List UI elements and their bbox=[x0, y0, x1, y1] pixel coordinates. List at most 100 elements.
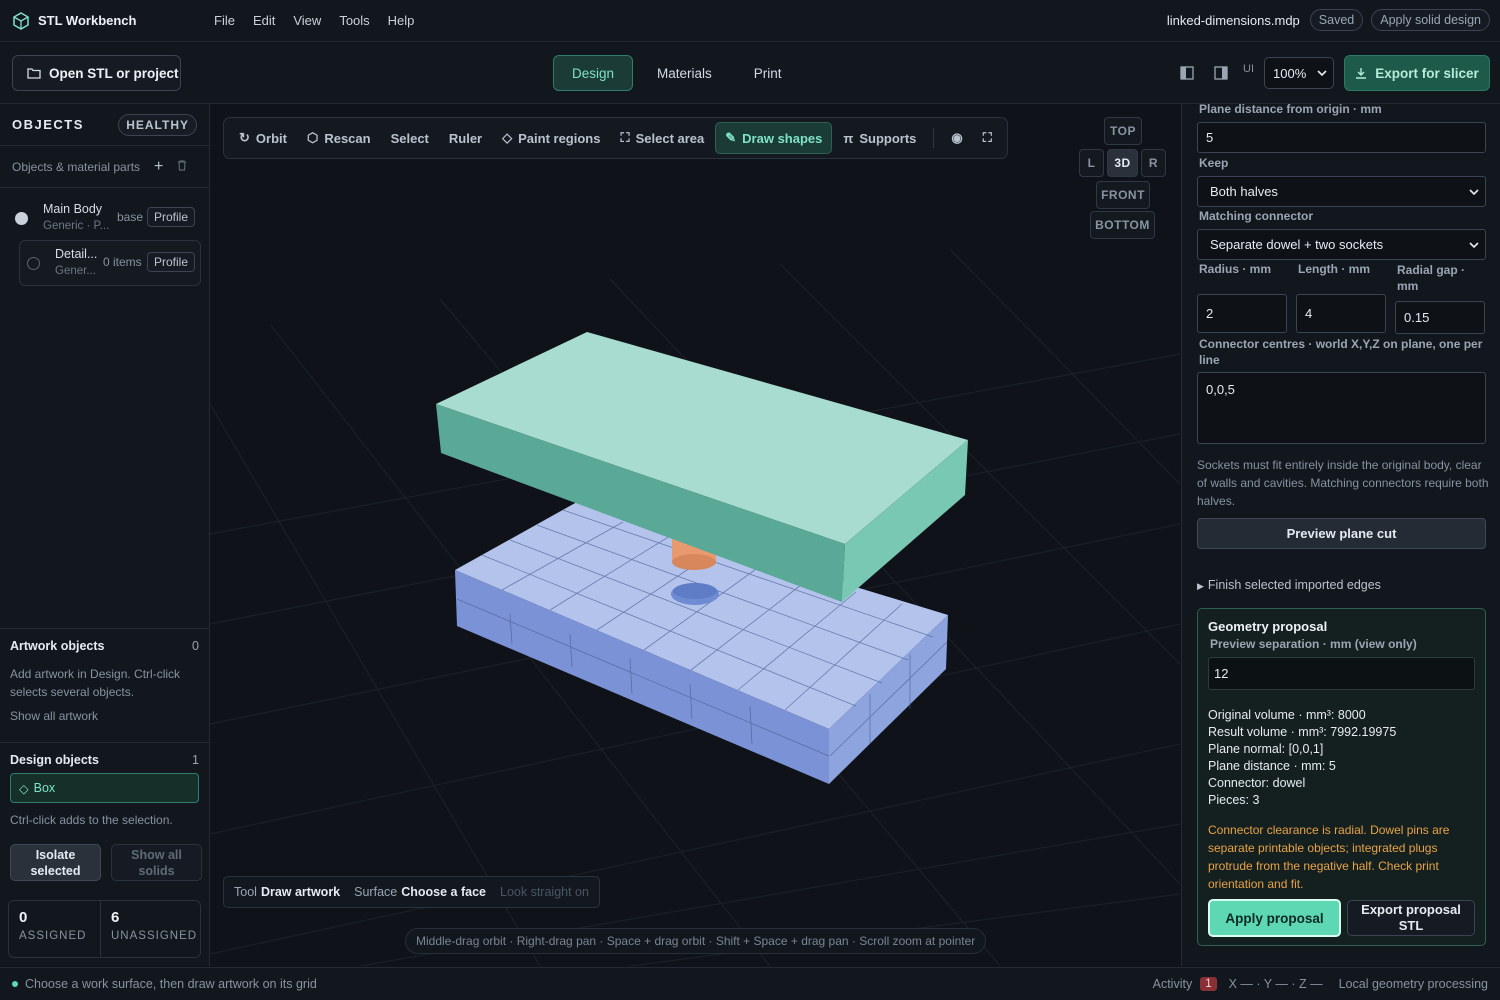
length-label: Length · mm bbox=[1298, 262, 1370, 276]
preview-separation-input[interactable]: 12 bbox=[1208, 657, 1475, 690]
view-right-button[interactable]: R bbox=[1141, 149, 1166, 177]
app-title: STL Workbench bbox=[38, 13, 137, 28]
design-objects-help: Ctrl-click adds to the selection. bbox=[10, 813, 173, 827]
toggle-right-panel-icon[interactable] bbox=[1209, 61, 1233, 85]
finish-edges-label: Finish selected imported edges bbox=[1207, 578, 1381, 592]
tab-design[interactable]: Design bbox=[553, 55, 634, 91]
design-object-box[interactable]: ◇ Box bbox=[10, 773, 199, 803]
show-all-artwork-link[interactable]: Show all artwork bbox=[10, 707, 199, 725]
droplet-icon: ◇ bbox=[502, 130, 513, 145]
cube-icon: ⬡ bbox=[306, 130, 319, 145]
tool-label: Tool bbox=[234, 885, 257, 899]
select-tool[interactable]: Select bbox=[382, 122, 438, 154]
chevron-down-icon bbox=[1469, 188, 1479, 195]
object-name: Main Body bbox=[43, 202, 103, 216]
draw-shapes-label: Draw shapes bbox=[742, 130, 823, 146]
select-area-icon: ⛶ bbox=[620, 130, 630, 145]
view-front-button[interactable]: FRONT bbox=[1096, 181, 1150, 209]
view-bottom-button[interactable]: BOTTOM bbox=[1090, 211, 1155, 239]
properties-panel: Plane distance from origin · mm 5 Keep B… bbox=[1181, 104, 1500, 966]
stat-plane-distance: Plane distance · mm: 5 bbox=[1208, 759, 1336, 773]
preview-plane-cut-button[interactable]: Preview plane cut bbox=[1197, 518, 1486, 549]
open-stl-button[interactable]: Open STL or project bbox=[12, 55, 181, 91]
proposal-warning: Connector clearance is radial. Dowel pin… bbox=[1208, 823, 1450, 891]
menu-help[interactable]: Help bbox=[379, 13, 424, 28]
ui-scale-select[interactable]: 100% bbox=[1264, 57, 1334, 89]
export-proposal-stl-button[interactable]: Export proposal STL bbox=[1347, 900, 1475, 936]
keep-label: Keep bbox=[1199, 156, 1229, 170]
trash-icon[interactable] bbox=[177, 159, 187, 174]
draw-shapes-tool[interactable]: ✎ Draw shapes bbox=[715, 122, 833, 154]
menu-bar: File Edit View Tools Help bbox=[205, 13, 423, 28]
stat-result-volume: Result volume · mm³: 7992.19975 bbox=[1208, 725, 1397, 739]
activity-label[interactable]: Activity bbox=[1153, 977, 1193, 991]
view-top-button[interactable]: TOP bbox=[1104, 117, 1142, 145]
profile-button[interactable]: Profile bbox=[147, 252, 196, 272]
surface-value: Choose a face bbox=[401, 885, 486, 899]
view-left-button[interactable]: L bbox=[1079, 149, 1104, 177]
ui-scale-value: 100% bbox=[1273, 65, 1307, 81]
object-tag: 0 items bbox=[103, 255, 142, 269]
object-name: Detail... bbox=[55, 247, 98, 261]
isolate-selected-button[interactable]: Isolate selected bbox=[10, 844, 101, 881]
plane-distance-label: Plane distance from origin · mm bbox=[1199, 104, 1382, 116]
menu-view[interactable]: View bbox=[284, 13, 330, 28]
3d-viewport[interactable]: ↻ Orbit ⬡ Rescan Select Ruler ◇ Paint regio… bbox=[210, 104, 1180, 966]
chevron-down-icon bbox=[1469, 241, 1479, 248]
saved-badge: Saved bbox=[1309, 9, 1364, 31]
geometry-proposal-card: Geometry proposal Preview separation · m… bbox=[1197, 608, 1486, 946]
objects-title: OBJECTS bbox=[12, 117, 84, 132]
apply-solid-design-button[interactable]: Apply solid design bbox=[1371, 9, 1490, 31]
profile-button[interactable]: Profile bbox=[147, 207, 196, 227]
radius-input[interactable]: 2 bbox=[1197, 294, 1287, 333]
export-for-slicer-button[interactable]: Export for slicer bbox=[1344, 55, 1490, 91]
radial-gap-input[interactable]: 0.15 bbox=[1395, 301, 1485, 334]
menu-tools[interactable]: Tools bbox=[330, 13, 378, 28]
finish-edges-disclosure[interactable]: ▶ Finish selected imported edges bbox=[1197, 578, 1381, 592]
design-objects-section: Design objects 1 ◇ Box Ctrl-click adds to… bbox=[0, 742, 209, 839]
paint-regions-label: Paint regions bbox=[518, 130, 601, 146]
connector-select[interactable]: Separate dowel + two sockets bbox=[1197, 229, 1486, 260]
plane-distance-input[interactable]: 5 bbox=[1197, 122, 1486, 153]
add-object-icon[interactable]: + bbox=[154, 158, 163, 176]
open-stl-label: Open STL or project bbox=[49, 65, 179, 81]
supports-tool[interactable]: π Supports bbox=[834, 122, 925, 154]
object-row-main-body[interactable]: Main Body Generic · P... base Profile bbox=[0, 196, 209, 240]
stat-plane-normal: Plane normal: [0,0,1] bbox=[1208, 742, 1324, 756]
proposal-stats: Original volume · mm³: 8000 Result volum… bbox=[1208, 707, 1396, 809]
view-3d-button[interactable]: 3D bbox=[1107, 149, 1138, 177]
orbit-tool[interactable]: ↻ Orbit bbox=[230, 122, 296, 154]
rescan-tool[interactable]: ⬡ Rescan bbox=[298, 122, 380, 154]
toggle-left-panel-icon[interactable] bbox=[1175, 61, 1199, 85]
visibility-button[interactable]: ◉ bbox=[942, 122, 971, 154]
select-area-tool[interactable]: ⛶ Select area bbox=[611, 122, 713, 154]
connector-help: Sockets must fit entirely inside the ori… bbox=[1197, 458, 1489, 508]
radial-gap-label: Radial gap · mm bbox=[1397, 263, 1466, 293]
look-straight-on-button[interactable]: Look straight on bbox=[500, 885, 589, 899]
apply-proposal-button[interactable]: Apply proposal bbox=[1208, 899, 1341, 937]
status-bar: Choose a work surface, then draw artwork… bbox=[0, 967, 1500, 1000]
menu-edit[interactable]: Edit bbox=[244, 13, 284, 28]
object-material: Generic · P... bbox=[43, 220, 110, 232]
length-input[interactable]: 4 bbox=[1296, 294, 1386, 333]
material-swatch-icon bbox=[27, 256, 40, 270]
tab-materials[interactable]: Materials bbox=[639, 55, 730, 91]
pencil-icon: ✎ bbox=[725, 130, 737, 145]
fullscreen-button[interactable]: ⛶ bbox=[974, 122, 1001, 154]
brand: STL Workbench bbox=[0, 11, 205, 30]
mode-tabs: Design Materials Print bbox=[553, 55, 800, 91]
keep-select[interactable]: Both halves bbox=[1197, 176, 1486, 207]
scene-canvas[interactable] bbox=[210, 104, 1180, 966]
status-message: Choose a work surface, then draw artwork… bbox=[25, 977, 317, 991]
ruler-tool[interactable]: Ruler bbox=[440, 122, 491, 154]
tab-print[interactable]: Print bbox=[736, 55, 800, 91]
menu-file[interactable]: File bbox=[205, 13, 244, 28]
connector-centres-textarea[interactable]: 0,0,5 bbox=[1197, 372, 1486, 444]
ui-scale-label: UI bbox=[1243, 63, 1254, 75]
show-all-solids-button[interactable]: Show all solids bbox=[111, 844, 202, 881]
object-row-detail[interactable]: Detail... Gener... 0 items Profile bbox=[19, 240, 201, 286]
paint-regions-tool[interactable]: ◇ Paint regions bbox=[493, 122, 609, 154]
folder-icon bbox=[27, 68, 41, 79]
artwork-help: Add artwork in Design. Ctrl-click select… bbox=[10, 667, 181, 699]
orbit-icon: ↻ bbox=[239, 130, 250, 145]
